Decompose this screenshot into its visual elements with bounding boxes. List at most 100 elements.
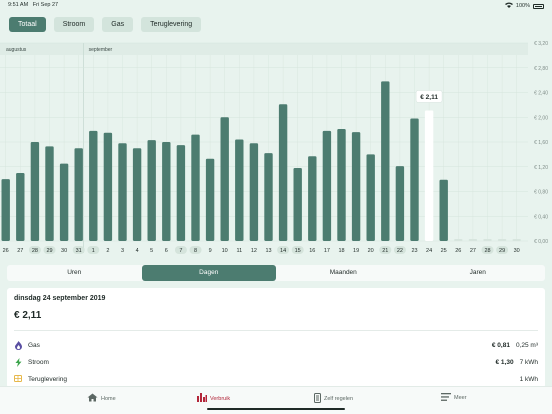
bar-chart-icon (197, 393, 207, 404)
month-label: augustus (6, 47, 27, 53)
y-tick-label: € 0,00 (534, 239, 548, 245)
x-tick-label: 27 (17, 248, 23, 254)
x-tick-label: 10 (222, 248, 228, 254)
x-tick-label: 30 (514, 248, 520, 254)
tab-home[interactable]: Home (87, 393, 116, 404)
x-tick-label: 3 (121, 248, 124, 254)
x-tick-label: 15 (295, 248, 301, 254)
status-bar: 9:51 AM Fri Sep 27 100% (0, 0, 552, 12)
bar (74, 148, 83, 241)
tab-label: Meer (454, 395, 467, 401)
bar (293, 167, 302, 241)
detail-cost: € 0,81 (491, 341, 510, 349)
bar (118, 143, 127, 241)
segment-gas[interactable]: Gas (102, 17, 134, 32)
bar (439, 179, 448, 241)
day-detail-card: dinsdag 24 september 2019 € 2,11 Gas € 0… (7, 288, 545, 388)
tab-meer[interactable]: Meer (441, 393, 467, 403)
bar (278, 104, 288, 241)
status-date: Fri Sep 27 (32, 2, 59, 8)
y-tick-label: € 1,20 (534, 165, 548, 171)
bar (30, 142, 40, 241)
x-tick-label: 25 (441, 248, 447, 254)
x-tick-label: 12 (251, 248, 257, 254)
detail-label: Teruglevering (28, 375, 68, 383)
tab-jaren[interactable]: Jaren (411, 265, 546, 281)
y-tick-label: € 1,60 (534, 140, 548, 146)
tab-label: Zelf regelen (324, 396, 354, 402)
tab-zelf-regelen[interactable]: Zelf regelen (314, 393, 353, 405)
detail-date: dinsdag 24 september 2019 (14, 295, 106, 302)
bar-empty (483, 239, 492, 241)
tab-uren[interactable]: Uren (7, 265, 142, 281)
x-tick-label: 7 (179, 248, 182, 254)
y-tick-label: € 0,80 (534, 190, 548, 196)
y-tick-label: € 2,80 (534, 66, 548, 72)
x-tick-label: 16 (309, 248, 315, 254)
detail-label: Stroom (28, 358, 49, 366)
lightning-icon (14, 357, 22, 367)
x-tick-label: 28 (32, 248, 38, 254)
bar (132, 148, 142, 241)
status-right: 100% (504, 2, 544, 10)
flame-icon (14, 340, 22, 350)
tooltip-value: € 2,11 (420, 94, 438, 101)
bar (89, 130, 98, 241)
bar-empty (512, 239, 521, 241)
bar (337, 129, 346, 241)
segment-totaal[interactable]: Totaal (9, 17, 46, 32)
bar (366, 154, 375, 241)
bar (176, 145, 186, 241)
x-tick-label: 29 (499, 248, 505, 254)
bar (322, 130, 332, 241)
bar (45, 146, 54, 241)
bar (264, 153, 273, 241)
detail-amount: 1 kWh (519, 375, 538, 383)
x-tick-label: 9 (209, 248, 212, 254)
x-tick-label: 17 (324, 248, 330, 254)
battery-icon (533, 3, 544, 9)
x-tick-label: 13 (265, 248, 271, 254)
detail-cost: € 1,30 (495, 358, 514, 366)
bar (249, 143, 259, 241)
segment-teruglevering[interactable]: Teruglevering (141, 17, 202, 32)
x-tick-label: 18 (338, 248, 344, 254)
tab-maanden[interactable]: Maanden (276, 265, 411, 281)
x-tick-label: 6 (165, 248, 168, 254)
wifi-icon (504, 2, 513, 10)
tab-dagen[interactable]: Dagen (141, 265, 276, 281)
menu-icon (441, 393, 451, 403)
bar (235, 139, 244, 241)
x-tick-label: 22 (397, 248, 403, 254)
bar (147, 140, 156, 241)
daily-usage-chart[interactable]: augustus september € 0,00 € 0,40 € 0,80 € 1,2… (0, 38, 552, 258)
detail-row-gas[interactable]: Gas € 0,81 0,25 m³ (14, 338, 538, 352)
y-tick-label: € 2,00 (534, 115, 548, 121)
period-tabs: Uren Dagen Maanden Jaren (7, 265, 545, 281)
y-tick-label: € 3,20 (534, 41, 548, 47)
bar (162, 142, 171, 241)
divider (14, 330, 538, 331)
bar (103, 132, 113, 241)
x-tick-label: 1 (92, 248, 95, 254)
tab-label: Home (101, 395, 116, 402)
x-tick-label: 14 (280, 248, 286, 254)
x-tick-label: 8 (194, 248, 197, 254)
segment-stroom[interactable]: Stroom (53, 17, 95, 32)
status-left: 9:51 AM Fri Sep 27 (8, 2, 58, 8)
x-tick-label: 5 (150, 248, 153, 254)
bar (351, 132, 361, 241)
bar-empty (468, 239, 478, 241)
x-tick-label: 23 (411, 248, 417, 254)
detail-row-stroom[interactable]: Stroom € 1,30 7 kWh (14, 355, 538, 369)
tab-verbruik[interactable]: Verbruik (197, 393, 230, 404)
tab-label: Verbruik (210, 395, 231, 402)
bar (205, 158, 215, 241)
detail-row-teruglevering[interactable]: Teruglevering 1 kWh (14, 372, 538, 386)
home-indicator (207, 408, 345, 410)
x-tick-label: 27 (470, 248, 476, 254)
x-tick-label: 2 (106, 248, 109, 254)
bar (59, 163, 69, 241)
bar-empty (497, 239, 507, 241)
battery-percentage: 100% (515, 3, 530, 9)
